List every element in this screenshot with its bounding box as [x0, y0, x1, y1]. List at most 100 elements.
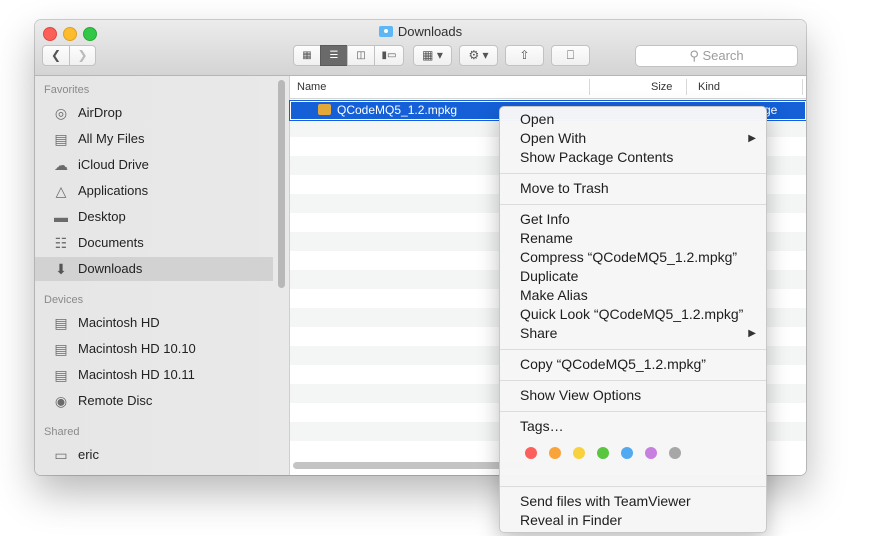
- disc-icon: ◉: [54, 393, 68, 409]
- sidebar-item-label: eric: [78, 447, 99, 462]
- menu-item-open-with[interactable]: Open With ▶: [520, 129, 756, 148]
- menu-item-get-info[interactable]: Get Info: [520, 210, 570, 229]
- menu-item-duplicate[interactable]: Duplicate: [520, 267, 578, 286]
- sidebar-item-label: Desktop: [78, 209, 126, 224]
- menu-separator: [500, 486, 766, 487]
- sidebar-item-documents[interactable]: ☷ Documents: [35, 231, 273, 255]
- sidebar-item-airdrop[interactable]: ◎ AirDrop: [35, 101, 273, 125]
- menu-item-rename[interactable]: Rename: [520, 229, 573, 248]
- window-title: Downloads: [35, 24, 806, 39]
- sidebar-item-macintosh-hd-1010[interactable]: ▤ Macintosh HD 10.10: [35, 337, 273, 361]
- computer-icon: ▭: [54, 447, 68, 463]
- tag-color-yellow[interactable]: [573, 447, 585, 459]
- file-name: QCodeMQ5_1.2.mpkg: [337, 103, 458, 117]
- sidebar-item-label: All My Files: [78, 131, 145, 146]
- horizontal-scrollbar[interactable]: [293, 462, 523, 469]
- title-bar: Downloads ❮ ❯ ▦ ☰ ◫ ▮▭ ▦ ▾ ⚙ ▾ ⇧ ⎕ ⚲ Sea…: [35, 20, 806, 76]
- search-icon: ⚲: [689, 48, 699, 63]
- sidebar-item-eric[interactable]: ▭ eric: [35, 443, 273, 467]
- tag-color-purple[interactable]: [645, 447, 657, 459]
- tag-color-green[interactable]: [597, 447, 609, 459]
- action-button[interactable]: ⚙ ▾: [459, 45, 498, 66]
- sidebar-item-all-my-files[interactable]: ▤ All My Files: [35, 127, 273, 151]
- column-header-name[interactable]: Name: [297, 81, 326, 93]
- forward-button[interactable]: ❯: [69, 45, 96, 66]
- menu-separator: [500, 411, 766, 412]
- column-header-kind[interactable]: Kind: [698, 81, 720, 93]
- package-icon: [318, 104, 331, 115]
- menu-item-reveal-in-finder[interactable]: Reveal in Finder: [520, 511, 622, 530]
- column-header-size[interactable]: Size: [651, 81, 672, 93]
- menu-item-move-to-trash[interactable]: Move to Trash: [520, 179, 609, 198]
- disk-icon: ▤: [54, 341, 68, 357]
- submenu-arrow-icon: ▶: [748, 133, 756, 144]
- gear-icon: ⚙ ▾: [468, 48, 489, 62]
- menu-item-label: Open With: [520, 130, 587, 146]
- share-button[interactable]: ⇧: [505, 45, 544, 66]
- sidebar-item-label: AirDrop: [78, 105, 123, 120]
- column-view-button[interactable]: ◫: [347, 45, 375, 66]
- menu-item-open[interactable]: Open: [520, 110, 554, 129]
- menu-item-compress[interactable]: Compress “QCodeMQ5_1.2.mpkg”: [520, 248, 737, 267]
- back-button[interactable]: ❮: [42, 45, 70, 66]
- sidebar-item-label: Macintosh HD 10.11: [78, 367, 195, 382]
- icon-view-icon: ▦: [302, 50, 312, 61]
- tag-icon: ⎕: [566, 48, 575, 62]
- column-divider[interactable]: [802, 79, 803, 95]
- all-my-files-icon: ▤: [54, 131, 68, 147]
- downloads-folder-icon: [378, 26, 393, 37]
- sidebar-item-label: Downloads: [78, 261, 143, 276]
- menu-item-share[interactable]: Share ▶: [520, 324, 756, 343]
- column-divider[interactable]: [589, 79, 590, 95]
- tag-color-red[interactable]: [525, 447, 537, 459]
- column-divider[interactable]: [686, 79, 687, 95]
- sidebar-scrollbar[interactable]: [278, 80, 285, 288]
- list-view-icon: ☰: [329, 50, 339, 61]
- column-view-icon: ◫: [356, 50, 366, 61]
- sidebar-heading-shared: Shared: [44, 426, 80, 438]
- tag-color-blue[interactable]: [621, 447, 633, 459]
- search-field[interactable]: ⚲ Search: [635, 45, 798, 67]
- menu-item-show-package-contents[interactable]: Show Package Contents: [520, 148, 673, 167]
- sidebar-item-label: Documents: [78, 235, 144, 250]
- arrange-button[interactable]: ▦ ▾: [413, 45, 452, 66]
- sidebar-item-desktop[interactable]: ▬ Desktop: [35, 205, 273, 229]
- sidebar-item-downloads[interactable]: ⬇ Downloads: [35, 257, 273, 281]
- menu-item-quick-look[interactable]: Quick Look “QCodeMQ5_1.2.mpkg”: [520, 305, 743, 324]
- column-header: Name Size Kind: [290, 76, 806, 99]
- sidebar-item-applications[interactable]: △ Applications: [35, 179, 273, 203]
- sidebar-heading-devices: Devices: [44, 294, 84, 306]
- sidebar-item-icloud-drive[interactable]: ☁ iCloud Drive: [35, 153, 273, 177]
- sidebar-item-macintosh-hd[interactable]: ▤ Macintosh HD: [35, 311, 273, 335]
- menu-separator: [500, 349, 766, 350]
- menu-item-send-teamviewer[interactable]: Send files with TeamViewer: [520, 492, 691, 511]
- tag-color-orange[interactable]: [549, 447, 561, 459]
- window-title-text: Downloads: [397, 24, 463, 39]
- list-view-button[interactable]: ☰: [320, 45, 348, 66]
- menu-item-tags[interactable]: Tags…: [520, 417, 564, 436]
- cloud-icon: ☁: [54, 157, 68, 173]
- sidebar-item-macintosh-hd-1011[interactable]: ▤ Macintosh HD 10.11: [35, 363, 273, 387]
- documents-icon: ☷: [54, 235, 68, 251]
- icon-view-button[interactable]: ▦: [293, 45, 321, 66]
- sidebar-item-remote-disc[interactable]: ◉ Remote Disc: [35, 389, 273, 413]
- sidebar-item-label: Remote Disc: [78, 393, 153, 408]
- chevron-left-icon: ❮: [50, 48, 62, 62]
- airdrop-icon: ◎: [54, 105, 68, 121]
- sidebar-heading-favorites: Favorites: [44, 84, 90, 96]
- disk-icon: ▤: [54, 367, 68, 383]
- sidebar-item-label: Applications: [78, 183, 149, 198]
- downloads-icon: ⬇: [55, 261, 67, 277]
- menu-item-show-view-options[interactable]: Show View Options: [520, 386, 641, 405]
- search-placeholder: Search: [702, 48, 744, 63]
- cover-flow-icon: ▮▭: [381, 50, 397, 61]
- desktop-icon: ▬: [54, 209, 68, 225]
- chevron-right-icon: ❯: [77, 48, 88, 62]
- tag-color-gray[interactable]: [669, 447, 681, 459]
- menu-separator: [500, 380, 766, 381]
- edit-tags-button[interactable]: ⎕: [551, 45, 590, 66]
- submenu-arrow-icon: ▶: [748, 328, 756, 339]
- menu-item-make-alias[interactable]: Make Alias: [520, 286, 588, 305]
- menu-item-copy[interactable]: Copy “QCodeMQ5_1.2.mpkg”: [520, 355, 706, 374]
- cover-flow-button[interactable]: ▮▭: [374, 45, 404, 66]
